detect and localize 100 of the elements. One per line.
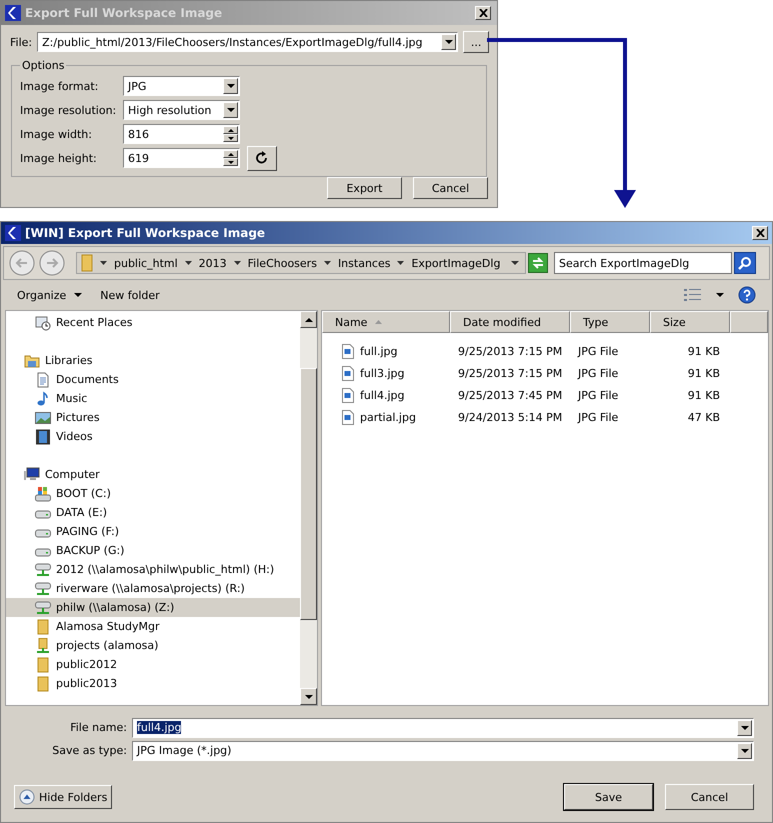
- network-drive-icon: [35, 562, 51, 578]
- breadcrumb-item[interactable]: ExportImageDlg: [411, 256, 500, 270]
- help-icon[interactable]: [738, 286, 756, 304]
- pictures-icon: [35, 410, 51, 426]
- tree-item[interactable]: philw (\\alamosa) (Z:): [6, 598, 300, 617]
- caret-icon[interactable]: [397, 261, 404, 265]
- tree-item[interactable]: Computer: [6, 465, 300, 484]
- image-file-icon: [342, 366, 354, 380]
- table-cell-text: 47 KB: [686, 410, 721, 424]
- address-bar[interactable]: public_html 2013 FileChoosers Instances ExportImageDlg: [76, 252, 526, 274]
- caret-icon[interactable]: [511, 261, 519, 265]
- dropdown[interactable]: High resolution: [123, 100, 240, 120]
- breadcrumb-item[interactable]: Instances: [338, 256, 390, 270]
- cancel-button[interactable]: Cancel: [665, 784, 754, 810]
- file-name[interactable]: partial.jpg: [360, 410, 416, 424]
- column-header[interactable]: [730, 311, 768, 333]
- up-arrow-icon: [304, 318, 312, 322]
- folder-icon: [35, 618, 51, 634]
- close-icon: [478, 9, 488, 17]
- table-cell-text: 91 KB: [686, 366, 721, 380]
- column-header[interactable]: Size: [650, 311, 730, 333]
- tree-item[interactable]: BOOT (C:): [6, 484, 300, 503]
- dialog-button[interactable]: Export: [327, 177, 402, 199]
- tree-item[interactable]: 2012 (\\alamosa\philw\public_html) (H:): [6, 560, 300, 579]
- new-folder-button[interactable]: New folder: [98, 288, 162, 302]
- spinner-field[interactable]: 816: [123, 124, 240, 144]
- refresh-icon[interactable]: [528, 253, 548, 273]
- refresh-icon: [255, 151, 269, 165]
- image-file-icon: [342, 410, 354, 424]
- caret-icon[interactable]: [716, 293, 724, 297]
- file-name[interactable]: full.jpg: [360, 344, 398, 358]
- table-cell-text: 9/25/2013 7:15 PM: [457, 366, 564, 380]
- column-header[interactable]: Type: [570, 311, 650, 333]
- caret-icon[interactable]: [184, 261, 192, 265]
- tree-item[interactable]: projects (alamosa): [6, 636, 300, 655]
- down-arrow-icon: [304, 694, 312, 698]
- caret-icon[interactable]: [324, 261, 331, 265]
- caret-icon[interactable]: [234, 261, 241, 265]
- spinner-field[interactable]: 619: [123, 148, 240, 168]
- tree-item[interactable]: DATA (E:): [6, 503, 300, 522]
- save-button[interactable]: Save: [564, 784, 653, 810]
- save-type-dropdown[interactable]: JPG Image (*.jpg): [132, 740, 754, 760]
- scrollbar[interactable]: [300, 311, 317, 705]
- search-icon: [738, 256, 752, 270]
- table-cell-text: JPG File: [576, 410, 620, 424]
- tree-item[interactable]: public2012: [6, 655, 300, 674]
- hide-folders-button[interactable]: Hide Folders: [14, 785, 112, 809]
- sort-arrow-icon: [375, 320, 382, 324]
- network-folder-icon: [35, 638, 51, 654]
- search-button[interactable]: [734, 252, 756, 274]
- tree-item[interactable]: Libraries: [6, 351, 300, 370]
- close-button[interactable]: [752, 226, 768, 240]
- tree-item[interactable]: public2013: [6, 674, 300, 693]
- film-icon: [35, 428, 51, 444]
- file-name-label: File name:: [69, 721, 128, 734]
- tree-item[interactable]: Pictures: [6, 408, 300, 427]
- window-title: [WIN] Export Full Workspace Image: [25, 226, 266, 240]
- close-button[interactable]: [475, 6, 491, 20]
- back-button[interactable]: [8, 249, 36, 277]
- column-header[interactable]: Name: [322, 311, 450, 333]
- network-drive-icon: [35, 600, 51, 616]
- tree-item[interactable]: Alamosa StudyMgr: [6, 617, 300, 636]
- dialog-button[interactable]: Cancel: [413, 177, 488, 199]
- app-icon: [5, 225, 21, 241]
- tree-item[interactable]: PAGING (F:): [6, 522, 300, 541]
- browse-button[interactable]: ...: [463, 31, 489, 53]
- organize-button[interactable]: Organize: [15, 288, 84, 302]
- refresh-button[interactable]: [247, 146, 277, 170]
- tree-item[interactable]: Recent Places: [6, 313, 300, 332]
- file-label: File:: [10, 36, 32, 48]
- file-combo[interactable]: Z:/public_html/2013/FileChoosers/Instances/ExportImageDlg/full4.jpg: [37, 32, 458, 52]
- column-header[interactable]: Date modified: [450, 311, 570, 333]
- music-note-icon: [35, 390, 51, 406]
- network-drive-icon: [35, 580, 51, 596]
- dropdown[interactable]: JPG: [123, 76, 240, 96]
- forward-button[interactable]: [38, 249, 66, 277]
- file-name-field[interactable]: full4.jpg: [132, 718, 754, 738]
- breadcrumb-item[interactable]: FileChoosers: [248, 256, 317, 270]
- breadcrumb-item[interactable]: public_html: [114, 256, 178, 270]
- system-drive-icon: [35, 486, 51, 502]
- file-name[interactable]: full4.jpg: [360, 388, 404, 402]
- tree-item[interactable]: Videos: [6, 427, 300, 446]
- caret-icon: [226, 108, 234, 112]
- tree-item[interactable]: riverware (\\alamosa\projects) (R:): [6, 579, 300, 598]
- computer-icon: [24, 466, 40, 482]
- caret-icon[interactable]: [100, 261, 107, 265]
- breadcrumb-item[interactable]: 2013: [198, 256, 227, 270]
- file-name[interactable]: full3.jpg: [360, 366, 404, 380]
- option-label: Image height:: [20, 152, 98, 164]
- caret-icon: [226, 84, 234, 88]
- tree-item[interactable]: Documents: [6, 370, 300, 389]
- tree-item[interactable]: BACKUP (G:): [6, 541, 300, 560]
- folder-icon: [81, 254, 93, 272]
- folder-icon: [35, 656, 51, 672]
- options-title: Options: [21, 59, 66, 72]
- tree-item[interactable]: Music: [6, 389, 300, 408]
- table-cell-text: 9/25/2013 7:15 PM: [457, 344, 564, 358]
- view-list-icon[interactable]: [684, 288, 702, 302]
- search-field[interactable]: Search ExportImageDlg: [554, 252, 732, 274]
- option-label: Image width:: [20, 128, 93, 140]
